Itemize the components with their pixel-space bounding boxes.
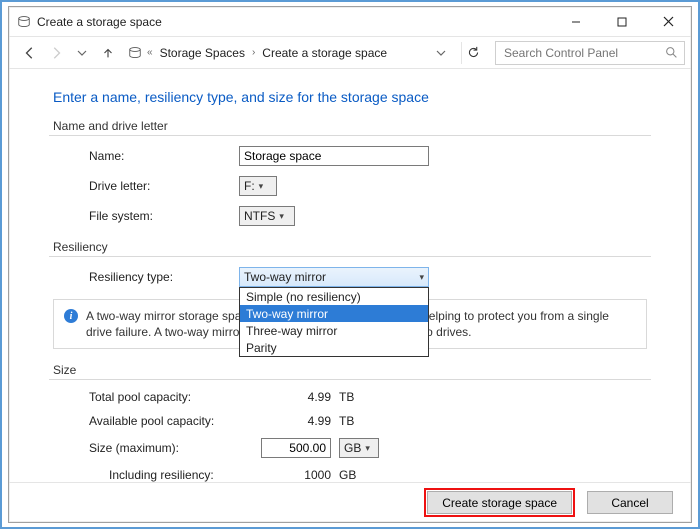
recent-locations-dropdown[interactable] bbox=[71, 42, 93, 64]
refresh-button[interactable] bbox=[461, 42, 485, 64]
chevron-down-icon: ▾ bbox=[419, 272, 424, 283]
chevron-down-icon: ▾ bbox=[279, 211, 284, 222]
dialog-window: Create a storage space bbox=[8, 6, 692, 523]
breadcrumb-item[interactable]: Storage Spaces bbox=[158, 46, 247, 60]
screenshot-outer-frame: Create a storage space bbox=[0, 0, 700, 529]
info-icon: i bbox=[64, 309, 78, 323]
chevron-right-icon: › bbox=[249, 47, 258, 58]
close-button[interactable] bbox=[645, 7, 691, 37]
section-name-heading: Name and drive letter bbox=[53, 119, 651, 133]
title-bar: Create a storage space bbox=[9, 7, 691, 37]
available-pool-label: Available pool capacity: bbox=[89, 414, 259, 428]
maximize-button[interactable] bbox=[599, 7, 645, 37]
size-max-label: Size (maximum): bbox=[89, 441, 259, 455]
section-resiliency-heading: Resiliency bbox=[53, 240, 651, 254]
up-button[interactable] bbox=[97, 42, 119, 64]
search-icon bbox=[665, 46, 678, 59]
window-title: Create a storage space bbox=[37, 15, 162, 29]
resiliency-type-dropdown-list: Simple (no resiliency) Two-way mirror Th… bbox=[239, 287, 429, 357]
resiliency-option-two-way[interactable]: Two-way mirror bbox=[240, 305, 428, 322]
storage-spaces-icon bbox=[128, 46, 142, 60]
including-resiliency-label: Including resiliency: bbox=[89, 468, 259, 482]
resiliency-type-label: Resiliency type: bbox=[89, 270, 239, 284]
available-pool-value: 4.99 bbox=[259, 414, 339, 428]
available-pool-unit: TB bbox=[339, 414, 389, 428]
file-system-value: NTFS bbox=[244, 209, 275, 223]
breadcrumb-item[interactable]: Create a storage space bbox=[260, 46, 389, 60]
drive-letter-label: Drive letter: bbox=[89, 179, 239, 193]
size-max-input[interactable] bbox=[261, 438, 331, 458]
divider bbox=[49, 379, 651, 380]
cancel-button[interactable]: Cancel bbox=[587, 491, 673, 514]
search-input[interactable] bbox=[502, 45, 665, 61]
size-unit-value: GB bbox=[344, 441, 361, 455]
search-box[interactable] bbox=[495, 41, 685, 65]
resiliency-option-parity[interactable]: Parity bbox=[240, 339, 428, 356]
drive-letter-value: F: bbox=[244, 179, 255, 193]
size-form: Total pool capacity: 4.99 TB Available p… bbox=[89, 390, 651, 482]
drive-letter-select[interactable]: F: ▾ bbox=[239, 176, 277, 196]
size-unit-select[interactable]: GB ▾ bbox=[339, 438, 379, 458]
minimize-button[interactable] bbox=[553, 7, 599, 37]
chevron-down-icon: ▾ bbox=[365, 443, 370, 454]
chevron-down-icon: ▾ bbox=[259, 181, 264, 192]
file-system-select[interactable]: NTFS ▾ bbox=[239, 206, 295, 226]
resiliency-option-three-way[interactable]: Three-way mirror bbox=[240, 322, 428, 339]
resiliency-type-display[interactable]: Two-way mirror ▾ bbox=[239, 267, 429, 287]
name-form: Name: Drive letter: F: ▾ File system: NT… bbox=[89, 146, 641, 226]
divider bbox=[49, 256, 651, 257]
resiliency-option-simple[interactable]: Simple (no resiliency) bbox=[240, 288, 428, 305]
forward-button[interactable] bbox=[45, 42, 67, 64]
section-size-heading: Size bbox=[53, 363, 651, 377]
resiliency-form: Resiliency type: Two-way mirror ▾ Simple… bbox=[89, 267, 641, 287]
total-pool-value: 4.99 bbox=[259, 390, 339, 404]
navigation-bar: « Storage Spaces › Create a storage spac… bbox=[9, 37, 691, 69]
name-input[interactable] bbox=[239, 146, 429, 166]
address-bar[interactable]: « Storage Spaces › Create a storage spac… bbox=[123, 41, 455, 65]
resiliency-type-value: Two-way mirror bbox=[244, 270, 326, 284]
storage-spaces-icon bbox=[17, 15, 31, 29]
including-resiliency-value: 1000 bbox=[259, 468, 339, 482]
file-system-label: File system: bbox=[89, 209, 239, 223]
dialog-body: Enter a name, resiliency type, and size … bbox=[9, 69, 691, 482]
back-button[interactable] bbox=[19, 42, 41, 64]
name-label: Name: bbox=[89, 149, 239, 163]
divider bbox=[49, 135, 651, 136]
total-pool-unit: TB bbox=[339, 390, 389, 404]
including-resiliency-unit: GB bbox=[339, 468, 389, 482]
total-pool-label: Total pool capacity: bbox=[89, 390, 259, 404]
create-storage-space-button[interactable]: Create storage space bbox=[427, 491, 572, 514]
primary-button-highlight: Create storage space bbox=[424, 488, 575, 517]
resiliency-type-select[interactable]: Two-way mirror ▾ Simple (no resiliency) … bbox=[239, 267, 429, 287]
breadcrumb-separator: « bbox=[144, 47, 156, 58]
address-history-dropdown[interactable] bbox=[432, 42, 450, 64]
page-title: Enter a name, resiliency type, and size … bbox=[53, 89, 651, 105]
dialog-footer: Create storage space Cancel bbox=[9, 482, 691, 522]
